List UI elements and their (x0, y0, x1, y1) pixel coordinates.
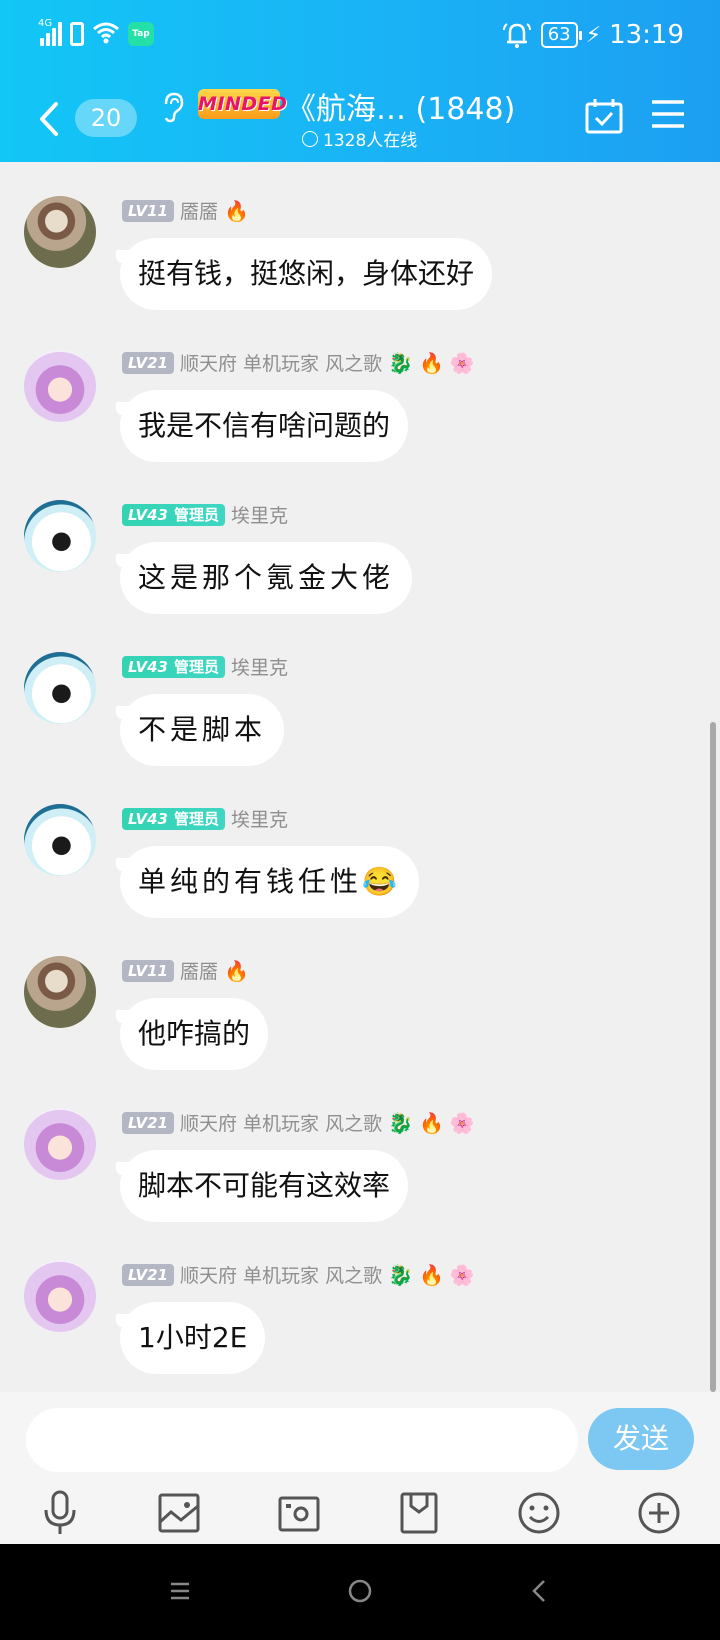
sender-meta: LV21 顺天府 单机玩家 风之歌 🐉 🔥 🌸 (122, 1109, 475, 1136)
sender-meta: LV21 顺天府 单机玩家 风之歌 🐉 🔥 🌸 (122, 1261, 475, 1288)
fire-icon: 🔥 (224, 958, 249, 983)
sender-meta: LV11 靥靥 🔥 (122, 197, 249, 224)
plus-icon[interactable] (637, 1490, 681, 1536)
sender-name[interactable]: 靥靥 (180, 197, 218, 224)
avatar[interactable] (24, 804, 96, 876)
group-title[interactable]: 《航海… (1848) (286, 84, 515, 128)
message-bubble[interactable]: 单纯的有钱任性😂 (120, 846, 419, 918)
fire-icon: 🔥 (418, 1262, 444, 1287)
network-type: 4G (38, 18, 53, 29)
flower-icon: 🌸 (449, 1110, 475, 1135)
sender-name[interactable]: 靥靥 (180, 957, 218, 984)
sender-meta: LV43 管理员 埃里克 (122, 805, 288, 832)
message-bubble[interactable]: 挺有钱，挺悠闲，身体还好 (120, 238, 493, 310)
level-badge: LV21 (122, 351, 174, 374)
fire-icon: 🔥 (418, 1110, 444, 1135)
bag-icon[interactable] (397, 1490, 441, 1536)
flower-icon: 🌸 (449, 350, 475, 375)
scrollbar[interactable] (710, 722, 716, 1392)
sender-meta: LV43 管理员 埃里克 (122, 653, 288, 680)
bell-icon (502, 23, 531, 48)
avatar[interactable] (24, 1108, 96, 1180)
taptap-app-icon: Tap (128, 22, 154, 46)
composer: 发送 (0, 1392, 720, 1544)
composer-toolbar (0, 1490, 720, 1540)
avatar[interactable] (24, 350, 96, 422)
level-badge: LV21 (122, 1263, 174, 1286)
clock: 13:19 (609, 20, 684, 50)
admin-level-badge: LV43 管理员 (122, 807, 225, 830)
app-header: 4G Tap 63 ⚡ 13:19 20 MINDED 《航海… (1848) … (0, 0, 720, 162)
avatar[interactable] (24, 196, 96, 268)
sender-meta: LV43 管理员 埃里克 (122, 501, 288, 528)
sim-card-icon (70, 22, 84, 46)
dragon-icon: 🐉 (388, 350, 413, 375)
chat-navbar: 20 MINDED 《航海… (1848) 1328人在线 (0, 80, 720, 160)
wifi-icon (93, 22, 119, 44)
avatar[interactable] (24, 500, 96, 572)
message-input[interactable] (26, 1408, 578, 1472)
avatar[interactable] (24, 652, 96, 724)
message-bubble[interactable]: 脚本不可能有这效率 (120, 1150, 409, 1222)
camera-icon[interactable] (277, 1490, 321, 1536)
calendar-check-icon[interactable] (584, 97, 624, 135)
system-navigation-bar (0, 1544, 720, 1640)
status-bar: 4G Tap 63 ⚡ 13:19 (0, 0, 720, 72)
back-arrow-icon[interactable] (30, 94, 70, 144)
fire-icon: 🔥 (224, 198, 249, 223)
admin-level-badge: LV43 管理员 (122, 503, 225, 526)
ear-icon[interactable] (158, 90, 188, 124)
sender-name[interactable]: 埃里克 (231, 501, 288, 528)
online-count: 1328人在线 (302, 126, 417, 151)
dragon-icon: 🐉 (388, 1262, 413, 1287)
menu-icon[interactable] (650, 98, 686, 130)
message-bubble[interactable]: 不是脚本 (120, 694, 285, 766)
avatar[interactable] (24, 1260, 96, 1332)
emoji-icon[interactable] (517, 1490, 561, 1536)
image-icon[interactable] (157, 1490, 201, 1536)
message-bubble[interactable]: 这是那个氪金大佬 (120, 542, 413, 614)
send-button[interactable]: 发送 (588, 1408, 694, 1470)
admin-level-badge: LV43 管理员 (122, 655, 225, 678)
level-badge: LV11 (122, 199, 174, 222)
level-badge: LV21 (122, 1111, 174, 1134)
battery-indicator: 63 (540, 22, 582, 48)
sender-name[interactable]: 顺天府 单机玩家 风之歌 (180, 1261, 382, 1288)
flower-icon: 🌸 (449, 1262, 475, 1287)
back-icon[interactable] (525, 1576, 555, 1606)
unread-count-badge[interactable]: 20 (75, 99, 137, 137)
mic-icon[interactable] (38, 1490, 82, 1536)
sender-name[interactable]: 埃里克 (231, 805, 288, 832)
message-bubble[interactable]: 1小时2E (120, 1302, 266, 1374)
sender-name[interactable]: 顺天府 单机玩家 风之歌 (180, 349, 382, 376)
home-icon[interactable] (345, 1576, 375, 1606)
fire-icon: 🔥 (418, 350, 444, 375)
group-tag-badge: MINDED (198, 89, 287, 119)
online-count-text: 1328人在线 (323, 131, 418, 151)
check-circle-icon (302, 130, 318, 147)
sender-meta: LV11 靥靥 🔥 (122, 957, 249, 984)
message-bubble[interactable]: 他咋搞的 (120, 998, 269, 1070)
sender-meta: LV21 顺天府 单机玩家 风之歌 🐉 🔥 🌸 (122, 349, 475, 376)
avatar[interactable] (24, 956, 96, 1028)
recents-icon[interactable] (165, 1576, 195, 1606)
sender-name[interactable]: 埃里克 (231, 653, 288, 680)
dragon-icon: 🐉 (388, 1110, 413, 1135)
charging-icon: ⚡ (585, 22, 602, 48)
message-bubble[interactable]: 我是不信有啥问题的 (120, 390, 409, 462)
sender-name[interactable]: 顺天府 单机玩家 风之歌 (180, 1109, 382, 1136)
level-badge: LV11 (122, 959, 174, 982)
